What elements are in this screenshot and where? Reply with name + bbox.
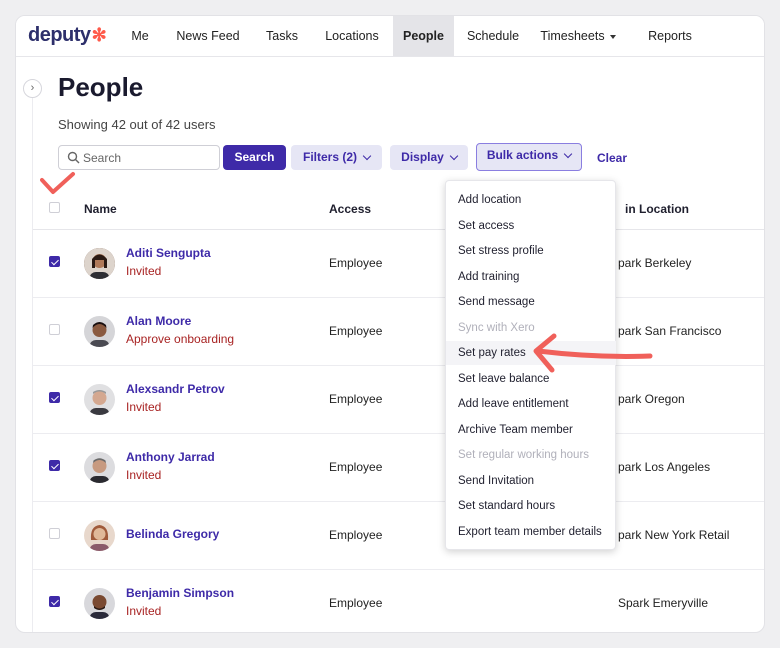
nav-item-timesheets-label: Timesheets: [540, 29, 605, 43]
menu-item-set-stress-profile[interactable]: Set stress profile: [446, 239, 616, 263]
logo-star-icon: ✻: [91, 25, 107, 45]
person-location: park Berkeley: [618, 256, 692, 270]
header-name[interactable]: Name: [84, 202, 117, 216]
annotation-arrow-icon: [533, 333, 653, 373]
table-header: Name Access in Location: [33, 188, 764, 230]
user-count: Showing 42 out of 42 users: [58, 117, 216, 132]
table-row[interactable]: Belinda Gregory Employee park New York R…: [33, 502, 764, 570]
avatar: [84, 384, 115, 415]
menu-item-add-leave-entitlement[interactable]: Add leave entitlement: [446, 392, 616, 416]
display-label: Display: [401, 150, 444, 164]
menu-item-export-details[interactable]: Export team member details: [446, 520, 616, 544]
menu-item-add-training[interactable]: Add training: [446, 265, 616, 289]
nav-item-me[interactable]: Me: [121, 16, 159, 56]
logo-text: deputy: [28, 24, 91, 46]
person-location: Spark Emeryville: [618, 596, 709, 610]
caret-down-icon: [609, 34, 616, 39]
row-checkbox[interactable]: [49, 392, 60, 403]
nav-item-people[interactable]: People: [393, 16, 454, 56]
nav-item-news-feed[interactable]: News Feed: [170, 16, 246, 56]
table-row[interactable]: Anthony Jarrad Invited Employee park Los…: [33, 434, 764, 502]
chevron-right-icon: ›: [30, 82, 35, 94]
avatar-icon: [84, 316, 115, 347]
chevron-down-icon: [563, 149, 573, 159]
person-location: park Los Angeles: [618, 460, 711, 474]
avatar: [84, 452, 115, 483]
avatar-icon: [84, 384, 115, 415]
nav-item-locations[interactable]: Locations: [318, 16, 386, 56]
filters-label: Filters (2): [302, 150, 357, 164]
person-status[interactable]: Approve onboarding: [126, 332, 234, 346]
person-access: Employee: [329, 596, 383, 610]
search-input[interactable]: [83, 149, 213, 167]
menu-item-set-access[interactable]: Set access: [446, 214, 616, 238]
table-row[interactable]: Benjamin Simpson Invited Employee Spark …: [33, 570, 764, 632]
display-button[interactable]: Display: [390, 145, 468, 170]
avatar: [84, 316, 115, 347]
person-access: Employee: [329, 324, 383, 338]
menu-item-set-regular-hours: Set regular working hours: [458, 449, 590, 461]
avatar: [84, 520, 115, 551]
row-checkbox[interactable]: [49, 528, 60, 539]
search-button[interactable]: Search: [223, 145, 286, 170]
menu-item-archive-team-member[interactable]: Archive Team member: [446, 418, 616, 442]
top-nav: deputy✻ Me News Feed Tasks Locations Peo…: [16, 16, 764, 57]
row-checkbox[interactable]: [49, 256, 60, 267]
search-icon: [67, 151, 80, 164]
nav-item-tasks[interactable]: Tasks: [258, 16, 306, 56]
person-name[interactable]: Alexsandr Petrov: [126, 382, 225, 396]
menu-item-set-standard-hours[interactable]: Set standard hours: [446, 494, 616, 518]
avatar-icon: [84, 520, 115, 551]
avatar: [84, 588, 115, 619]
header-location[interactable]: in Location: [625, 202, 689, 216]
deputy-logo[interactable]: deputy✻: [28, 24, 107, 47]
sidebar-toggle[interactable]: ›: [23, 79, 42, 98]
person-name[interactable]: Belinda Gregory: [126, 527, 219, 541]
search-box[interactable]: [58, 145, 220, 170]
table-row[interactable]: Aditi Sengupta Invited Employee park Ber…: [33, 230, 764, 298]
nav-item-reports[interactable]: Reports: [640, 16, 700, 56]
person-access: Employee: [329, 256, 383, 270]
person-access: Employee: [329, 528, 383, 542]
filters-button[interactable]: Filters (2): [291, 145, 382, 170]
row-checkbox[interactable]: [49, 460, 60, 471]
person-access: Employee: [329, 392, 383, 406]
person-status: Invited: [126, 400, 162, 414]
person-name[interactable]: Aditi Sengupta: [126, 246, 211, 260]
person-location: park New York Retail: [618, 528, 730, 542]
person-access: Employee: [329, 460, 383, 474]
menu-item-add-location[interactable]: Add location: [446, 188, 616, 212]
person-location: park Oregon: [618, 392, 685, 406]
clear-link[interactable]: Clear: [597, 151, 627, 165]
select-all-checkbox[interactable]: [49, 202, 60, 213]
person-status: Invited: [126, 264, 162, 278]
row-checkbox[interactable]: [49, 596, 60, 607]
person-name[interactable]: Anthony Jarrad: [126, 450, 215, 464]
person-status: Invited: [126, 468, 162, 482]
bulk-actions-button[interactable]: Bulk actions: [476, 143, 582, 171]
app-window: deputy✻ Me News Feed Tasks Locations Peo…: [15, 15, 765, 633]
person-name[interactable]: Alan Moore: [126, 314, 191, 328]
chevron-down-icon: [449, 151, 459, 161]
person-name[interactable]: Benjamin Simpson: [126, 586, 234, 600]
chevron-down-icon: [362, 151, 372, 161]
bulk-actions-label: Bulk actions: [486, 148, 559, 162]
person-status: Invited: [126, 604, 162, 618]
nav-item-schedule[interactable]: Schedule: [460, 16, 526, 56]
menu-item-send-invitation[interactable]: Send Invitation: [446, 469, 616, 493]
menu-item-send-message[interactable]: Send message: [446, 290, 616, 314]
header-access[interactable]: Access: [329, 202, 371, 216]
avatar: [84, 248, 115, 279]
row-checkbox[interactable]: [49, 324, 60, 335]
avatar-icon: [84, 588, 115, 619]
nav-item-timesheets[interactable]: Timesheets: [536, 16, 620, 56]
page-title: People: [58, 72, 144, 102]
avatar-icon: [84, 248, 115, 279]
avatar-icon: [84, 452, 115, 483]
